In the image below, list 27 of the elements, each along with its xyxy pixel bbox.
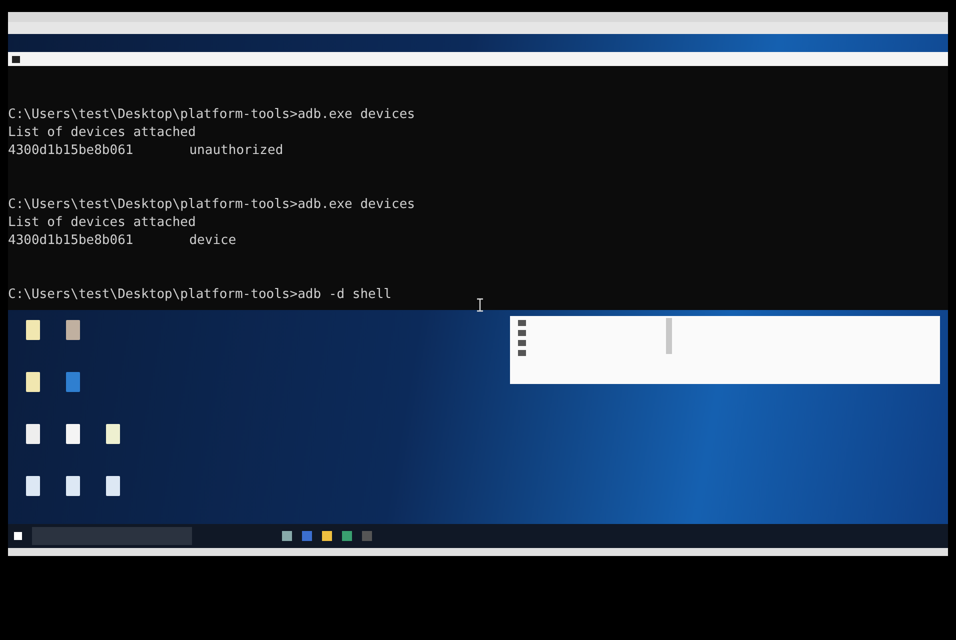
scroll-bar[interactable]: [666, 318, 672, 354]
terminal-icon[interactable]: [362, 531, 372, 541]
command-line: C:\Users\test\Desktop\platform-tools>adb -d shell: [8, 286, 392, 304]
device-serial: 4300d1b15be8b061: [8, 142, 134, 160]
device-serial: 4300d1b15be8b061: [8, 232, 134, 250]
command-line: C:\Users\test\Desktop\platform-tools>adb.exe devices: [8, 106, 415, 124]
file-icon[interactable]: [106, 424, 120, 444]
file-icon[interactable]: [66, 476, 80, 496]
app-icon[interactable]: [66, 320, 80, 340]
device-state: unauthorized: [189, 142, 284, 160]
file-icon[interactable]: [106, 476, 120, 496]
app-icon[interactable]: [66, 372, 80, 392]
output-line: List of devices attached: [8, 214, 196, 232]
terminal-icon: [12, 56, 20, 62]
taskbar-app-icon[interactable]: [342, 531, 352, 541]
start-icon[interactable]: [14, 532, 22, 540]
file-icon[interactable]: [26, 372, 40, 392]
file-icon[interactable]: [26, 320, 40, 340]
command-line: C:\Users\test\Desktop\platform-tools>adb.exe devices: [8, 196, 415, 214]
output-line: List of devices attached: [8, 124, 196, 142]
text-cursor-icon: [477, 298, 483, 312]
folder-icon[interactable]: [322, 531, 332, 541]
file-icon[interactable]: [26, 476, 40, 496]
device-state: device: [189, 232, 236, 250]
file-icon[interactable]: [66, 424, 80, 444]
file-icon[interactable]: [26, 424, 40, 444]
search-field[interactable]: [32, 527, 192, 545]
